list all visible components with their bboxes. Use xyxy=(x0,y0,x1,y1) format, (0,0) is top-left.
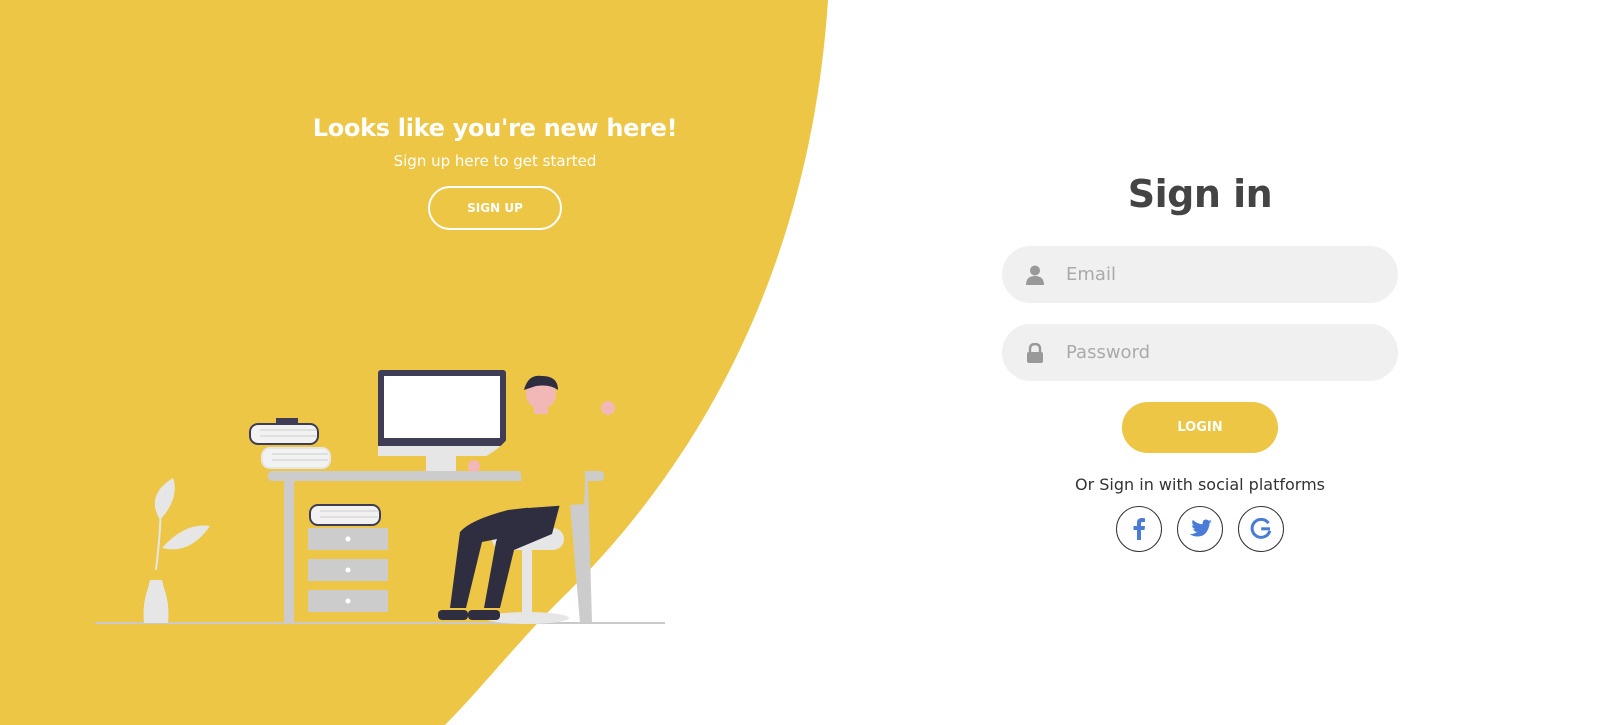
login-button[interactable]: LOGIN xyxy=(1122,402,1278,453)
password-field xyxy=(1002,324,1398,381)
desk-worker-illustration xyxy=(95,370,665,624)
email-input[interactable] xyxy=(1066,246,1398,303)
user-icon xyxy=(1002,265,1068,285)
signup-promo: Looks like you're new here! Sign up here… xyxy=(290,110,700,230)
social-buttons xyxy=(1002,506,1398,552)
sign-in-title: Sign in xyxy=(1127,172,1273,216)
social-signin-text: Or Sign in with social platforms xyxy=(1075,475,1325,494)
left-panel: Looks like you're new here! Sign up here… xyxy=(0,0,820,725)
signup-button[interactable]: SIGN UP xyxy=(428,186,562,230)
google-button[interactable] xyxy=(1238,506,1284,552)
password-input[interactable] xyxy=(1066,324,1398,381)
google-icon xyxy=(1250,518,1272,539)
facebook-button[interactable] xyxy=(1116,506,1162,552)
twitter-button[interactable] xyxy=(1177,506,1223,552)
sign-in-form: Sign in LOGIN Or Sign in with social pla… xyxy=(1002,166,1398,552)
lock-icon xyxy=(1002,342,1068,363)
facebook-icon xyxy=(1133,518,1145,540)
promo-subtitle: Sign up here to get started xyxy=(393,152,597,170)
promo-title: Looks like you're new here! xyxy=(312,114,678,142)
email-field xyxy=(1002,246,1398,303)
twitter-icon xyxy=(1189,519,1212,537)
